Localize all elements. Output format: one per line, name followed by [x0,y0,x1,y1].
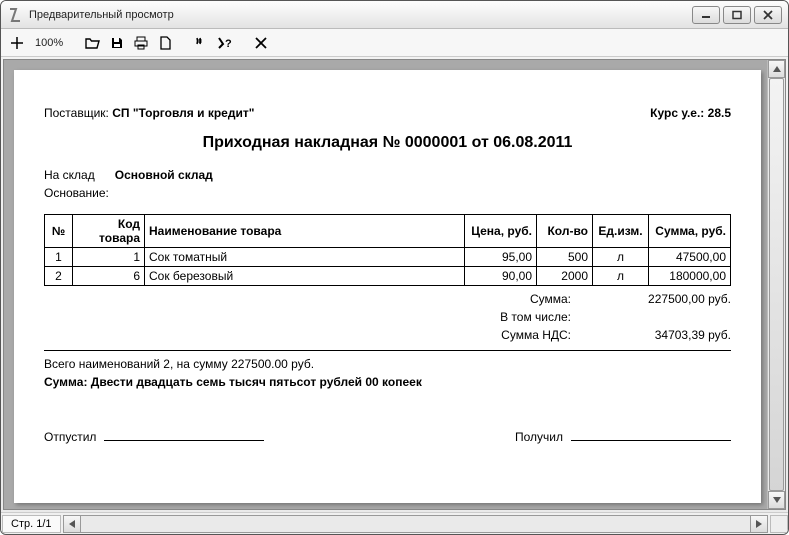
new-page-button[interactable] [155,33,175,53]
exchange-rate: Курс у.е.: 28.5 [650,106,731,120]
scroll-track[interactable] [768,78,785,491]
help-button[interactable]: ? [215,33,235,53]
fit-page-button[interactable] [7,33,27,53]
app-icon [7,7,23,23]
col-unit: Ед.изм. [593,215,649,248]
window-title: Предварительный просмотр [29,9,692,21]
cell-name: Сок березовый [145,267,465,286]
total-vat-value: 34703,39 руб. [611,328,731,342]
close-preview-button[interactable] [251,33,271,53]
total-sum-value: 227500,00 руб. [611,292,731,306]
print-button[interactable] [131,33,151,53]
cell-qty: 500 [537,248,593,267]
cell-sum: 180000,00 [649,267,731,286]
cell-sum: 47500,00 [649,248,731,267]
document-page: Поставщик: СП "Торговля и кредит" Курс у… [14,70,761,503]
open-button[interactable] [83,33,103,53]
divider [44,350,731,351]
scroll-up-button[interactable] [768,60,785,78]
close-button[interactable] [754,6,782,24]
scroll-thumb[interactable] [769,78,784,491]
total-sum-label: Сумма: [451,292,571,306]
statusbar: Стр. 1/1 [1,512,788,534]
col-qty: Кол-во [537,215,593,248]
svg-text:?: ? [225,38,232,50]
summary-words-label: Сумма: [44,375,87,389]
items-table: № Код товара Наименование товара Цена, р… [44,214,731,286]
warehouse-label: На склад [44,168,95,182]
find-button[interactable] [191,33,211,53]
maximize-button[interactable] [723,6,751,24]
horizontal-scrollbar[interactable] [63,515,768,533]
col-num: № [45,215,73,248]
summary-count: Всего наименований 2, на сумму 227500.00… [44,357,731,371]
scroll-left-button[interactable] [63,515,81,533]
warehouse-line: На склад Основной склад [44,168,731,182]
toolbar: 100% ? [1,29,788,57]
basis-label: Основание: [44,186,109,200]
size-grip[interactable] [770,515,788,533]
col-code: Код товара [73,215,145,248]
total-vat-label: Сумма НДС: [451,328,571,342]
scroll-right-button[interactable] [750,515,768,533]
table-header-row: № Код товара Наименование товара Цена, р… [45,215,731,248]
sign-line [104,429,264,441]
col-name: Наименование товара [145,215,465,248]
hscroll-track[interactable] [81,515,750,533]
summary-words: Сумма: Двести двадцать семь тысяч пятьсо… [44,375,731,389]
cell-unit: л [593,267,649,286]
summary-words-value: Двести двадцать семь тысяч пятьсот рубле… [91,375,422,389]
cell-code: 6 [73,267,145,286]
content-area: Поставщик: СП "Торговля и кредит" Курс у… [3,59,786,510]
cell-name: Сок томатный [145,248,465,267]
table-row: 1 1 Сок томатный 95,00 500 л 47500,00 [45,248,731,267]
basis-line: Основание: [44,186,731,200]
col-price: Цена, руб. [465,215,537,248]
cell-price: 90,00 [465,267,537,286]
table-row: 2 6 Сок березовый 90,00 2000 л 180000,00 [45,267,731,286]
total-incl-label: В том числе: [451,310,571,324]
page-indicator: Стр. 1/1 [2,515,61,533]
scroll-down-button[interactable] [768,491,785,509]
total-incl-value [611,310,731,324]
totals-block: Сумма: 227500,00 руб. В том числе: Сумма… [44,290,731,344]
page-viewport[interactable]: Поставщик: СП "Торговля и кредит" Курс у… [4,60,767,509]
cell-price: 95,00 [465,248,537,267]
preview-window: Предварительный просмотр 100% [0,0,789,535]
window-buttons [692,6,782,24]
supplier-label: Поставщик: [44,106,109,120]
zoom-level[interactable]: 100% [31,33,67,53]
titlebar: Предварительный просмотр [1,1,788,29]
signatures: Отпустил Получил [44,429,731,444]
col-sum: Сумма, руб. [649,215,731,248]
vertical-scrollbar[interactable] [767,60,785,509]
sign-released-label: Отпустил [44,430,96,444]
sign-received: Получил [515,429,731,444]
supplier-value: СП "Торговля и кредит" [112,106,254,120]
document-title: Приходная накладная № 0000001 от 06.08.2… [44,134,731,152]
save-button[interactable] [107,33,127,53]
supplier-line: Поставщик: СП "Торговля и кредит" [44,106,254,120]
cell-num: 1 [45,248,73,267]
sign-received-label: Получил [515,430,563,444]
minimize-button[interactable] [692,6,720,24]
warehouse-value: Основной склад [115,168,213,182]
cell-qty: 2000 [537,267,593,286]
sign-released: Отпустил [44,429,264,444]
cell-num: 2 [45,267,73,286]
cell-unit: л [593,248,649,267]
cell-code: 1 [73,248,145,267]
sign-line [571,429,731,441]
